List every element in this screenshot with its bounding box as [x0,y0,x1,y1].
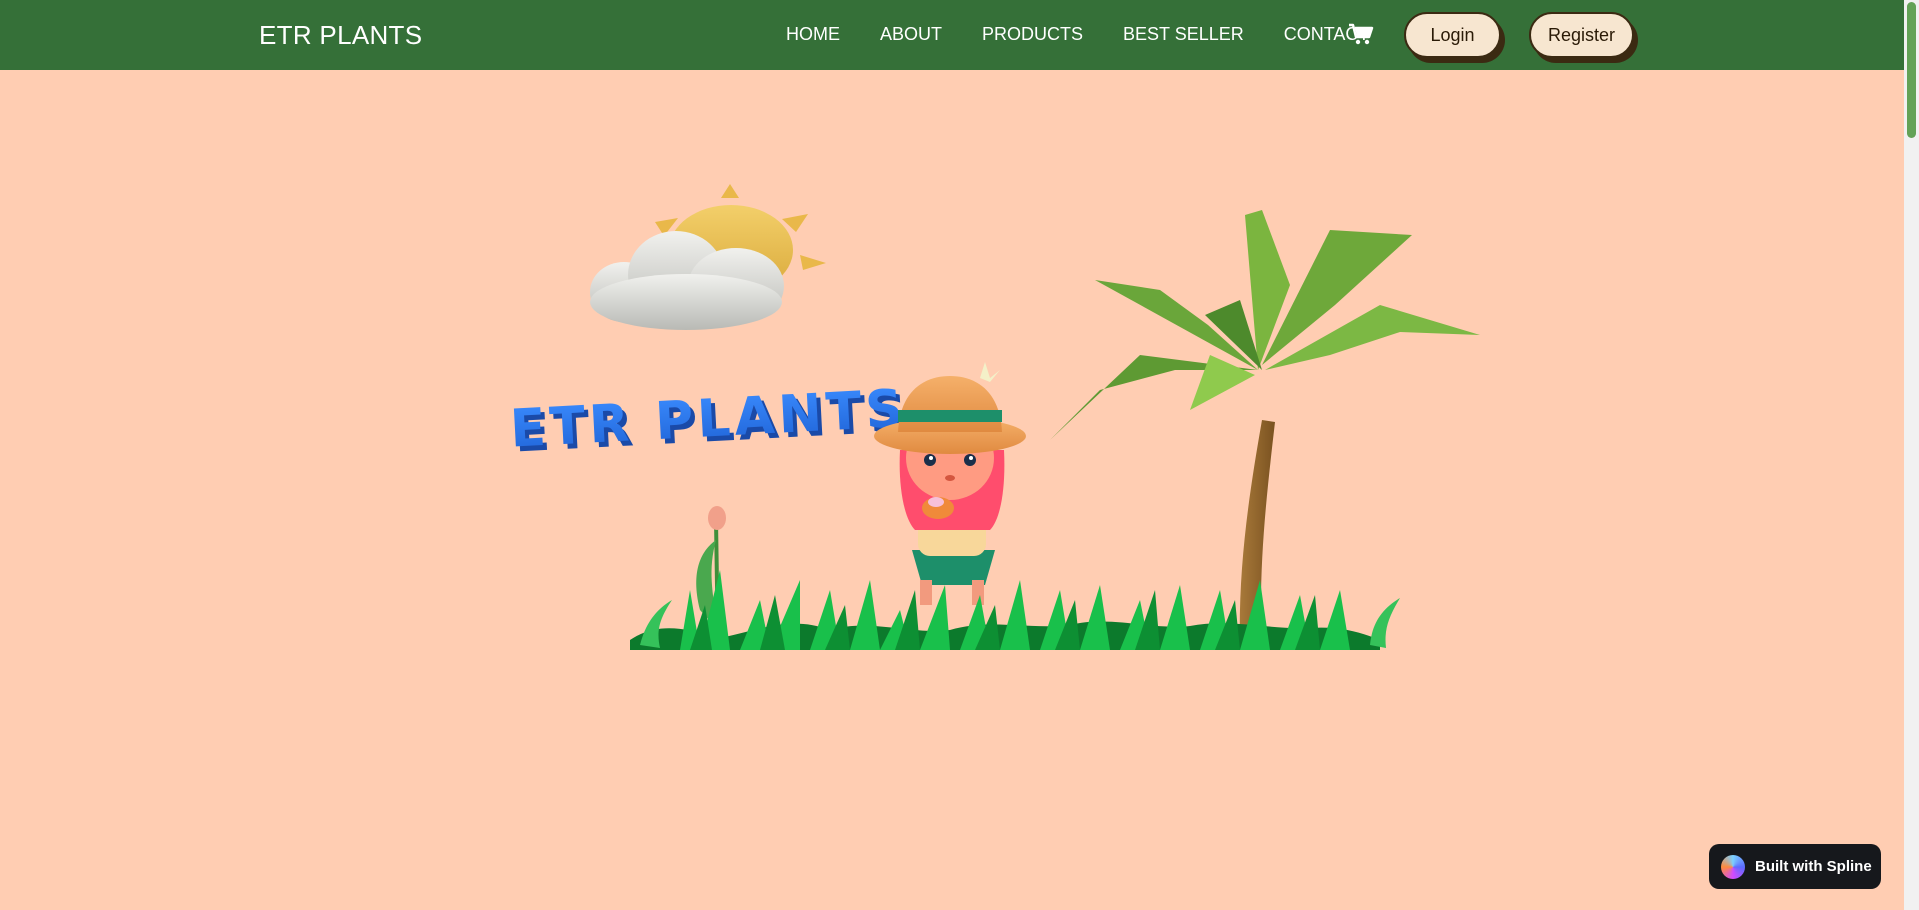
hero-title-text: ETR PLANTS [509,379,909,460]
spline-logo-icon [1721,854,1745,879]
top-navbar: ETR PLANTS HOME ABOUT PRODUCTS BEST SELL… [0,0,1904,70]
scrollbar[interactable] [1904,0,1919,910]
scrollbar-thumb[interactable] [1907,2,1916,138]
grass-field [630,570,1400,650]
brand-logo-text[interactable]: ETR PLANTS [259,20,422,51]
nav-about[interactable]: ABOUT [880,24,942,45]
tree-illustration [1050,210,1480,650]
shopping-cart-icon[interactable] [1348,22,1374,46]
register-button[interactable]: Register [1529,12,1634,58]
login-button[interactable]: Login [1404,12,1501,58]
nav-products[interactable]: PRODUCTS [982,24,1083,45]
built-with-spline-badge[interactable]: Built with Spline [1709,844,1881,889]
hero-title: ETR PLANTS ETR PLANTS [509,379,913,464]
badge-label: Built with Spline [1755,858,1872,875]
nav-best-seller[interactable]: BEST SELLER [1123,24,1244,45]
hero-3d-scene[interactable]: ETR PLANTS ETR PLANTS [0,70,1904,910]
nav-home[interactable]: HOME [786,24,840,45]
nav-links: HOME ABOUT PRODUCTS BEST SELLER CONTACT [786,24,1409,45]
